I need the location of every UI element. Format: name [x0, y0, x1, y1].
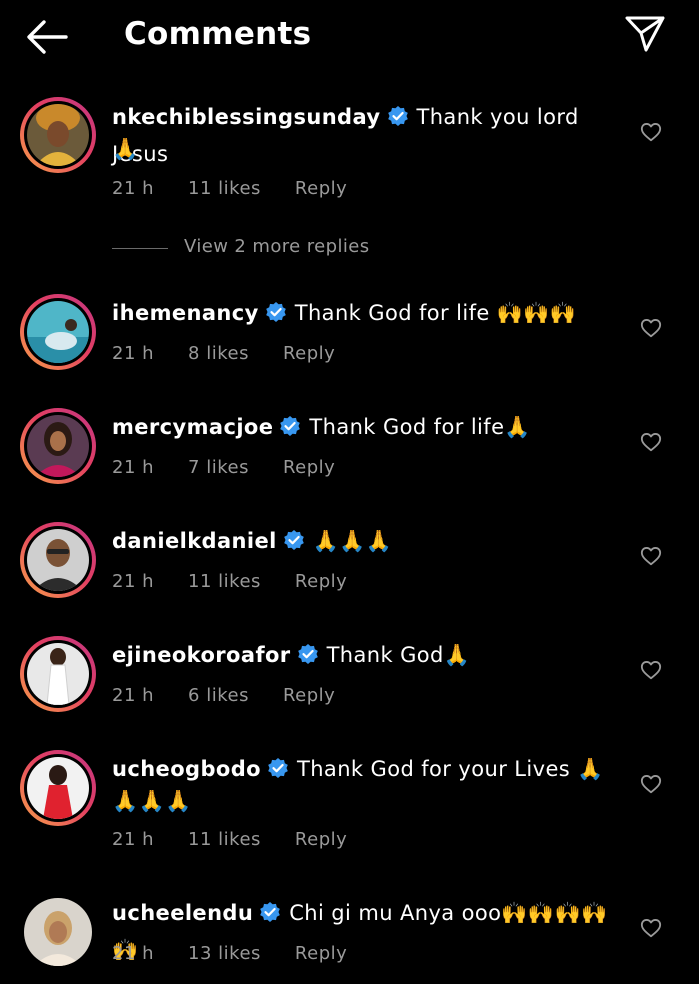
verified-badge-icon	[279, 413, 301, 447]
comment-likes[interactable]: 8 likes	[188, 343, 249, 364]
comment-text-continued: 🙏	[112, 137, 139, 161]
heart-icon[interactable]	[640, 317, 662, 339]
comment-meta: 21 h 13 likes Reply	[112, 943, 381, 964]
comment-time: 21 h	[112, 457, 155, 478]
comment-username[interactable]: nkechiblessingsunday	[112, 105, 381, 129]
comment-time: 21 h	[112, 571, 155, 592]
reply-button[interactable]: Reply	[295, 943, 347, 964]
reply-button[interactable]: Reply	[283, 685, 335, 706]
comment-meta: 21 h 8 likes Reply	[112, 343, 369, 364]
heart-icon[interactable]	[640, 431, 662, 453]
verified-badge-icon	[283, 527, 305, 561]
avatar[interactable]	[20, 894, 96, 970]
comment-body: Thank God🙏	[326, 643, 471, 667]
avatar[interactable]	[20, 522, 96, 598]
comment-meta: 21 h 11 likes Reply	[112, 571, 381, 592]
avatar[interactable]	[20, 750, 96, 826]
avatar-frame	[24, 298, 92, 366]
heart-icon[interactable]	[640, 917, 662, 939]
verified-badge-icon	[297, 641, 319, 675]
header-bar: Comments	[0, 0, 699, 80]
comment-body: Thank God for your Lives 🙏	[296, 757, 604, 781]
avatar-photo	[27, 104, 89, 166]
comment-meta: 21 h 11 likes Reply	[112, 829, 381, 850]
paper-plane-icon	[625, 16, 665, 52]
avatar[interactable]	[20, 97, 96, 173]
comment-text: ihemenancy Thank God for life 🙌🙌🙌	[112, 296, 609, 333]
comment-likes[interactable]: 11 likes	[188, 829, 261, 850]
comment-text: danielkdaniel 🙏🙏🙏	[112, 524, 609, 561]
comment-body: Thank God for life🙏	[309, 415, 531, 439]
share-button[interactable]	[624, 14, 666, 54]
heart-icon[interactable]	[640, 545, 662, 567]
reply-button[interactable]: Reply	[295, 571, 347, 592]
comment-time: 21 h	[112, 943, 155, 964]
comment-text-continued: 🙏🙏🙏	[112, 789, 192, 813]
comment-likes[interactable]: 13 likes	[188, 943, 261, 964]
comment-meta: 21 h 7 likes Reply	[112, 457, 369, 478]
avatar-frame	[24, 101, 92, 169]
comment-username[interactable]: danielkdaniel	[112, 529, 277, 553]
comment-username[interactable]: ejineokoroafor	[112, 643, 291, 667]
reply-button[interactable]: Reply	[295, 178, 347, 199]
avatar-frame	[24, 412, 92, 480]
comment-username[interactable]: ihemenancy	[112, 301, 259, 325]
comment-username[interactable]: ucheelendu	[112, 901, 253, 925]
avatar-frame	[24, 754, 92, 822]
back-button[interactable]	[26, 18, 68, 56]
comment-likes[interactable]: 6 likes	[188, 685, 249, 706]
comment-time: 21 h	[112, 685, 155, 706]
avatar[interactable]	[20, 294, 96, 370]
arrow-left-icon	[27, 20, 68, 54]
comment-likes[interactable]: 7 likes	[188, 457, 249, 478]
avatar-frame	[24, 640, 92, 708]
avatar-photo	[27, 415, 89, 477]
comment-meta: 21 h 11 likes Reply	[112, 178, 381, 199]
comment-likes[interactable]: 11 likes	[188, 178, 261, 199]
avatar-photo	[27, 301, 89, 363]
comment-username[interactable]: ucheogbodo	[112, 757, 261, 781]
heart-icon[interactable]	[640, 659, 662, 681]
avatar[interactable]	[20, 408, 96, 484]
avatar-photo	[24, 898, 92, 966]
reply-button[interactable]: Reply	[295, 829, 347, 850]
comment-text: ejineokoroafor Thank God🙏	[112, 638, 609, 675]
comment-meta: 21 h 6 likes Reply	[112, 685, 369, 706]
page-title: Comments	[124, 16, 312, 52]
view-replies-label: View 2 more replies	[184, 236, 370, 257]
avatar-photo	[27, 643, 89, 705]
comment-time: 21 h	[112, 829, 155, 850]
avatar[interactable]	[20, 636, 96, 712]
comment-time: 21 h	[112, 178, 155, 199]
comment-time: 21 h	[112, 343, 155, 364]
replies-divider	[112, 248, 168, 249]
avatar-photo	[27, 529, 89, 591]
verified-badge-icon	[265, 299, 287, 333]
comment-text: mercymacjoe Thank God for life🙏	[112, 410, 609, 447]
comment-body: 🙏🙏🙏	[312, 529, 393, 553]
heart-icon[interactable]	[640, 121, 662, 143]
reply-button[interactable]: Reply	[283, 457, 335, 478]
reply-button[interactable]: Reply	[283, 343, 335, 364]
heart-icon[interactable]	[640, 773, 662, 795]
comment-username[interactable]: mercymacjoe	[112, 415, 273, 439]
avatar-frame	[24, 526, 92, 594]
comment-likes[interactable]: 11 likes	[188, 571, 261, 592]
avatar-photo	[27, 757, 89, 819]
verified-badge-icon	[259, 899, 281, 933]
comment-body: Thank God for life 🙌🙌🙌	[294, 301, 577, 325]
